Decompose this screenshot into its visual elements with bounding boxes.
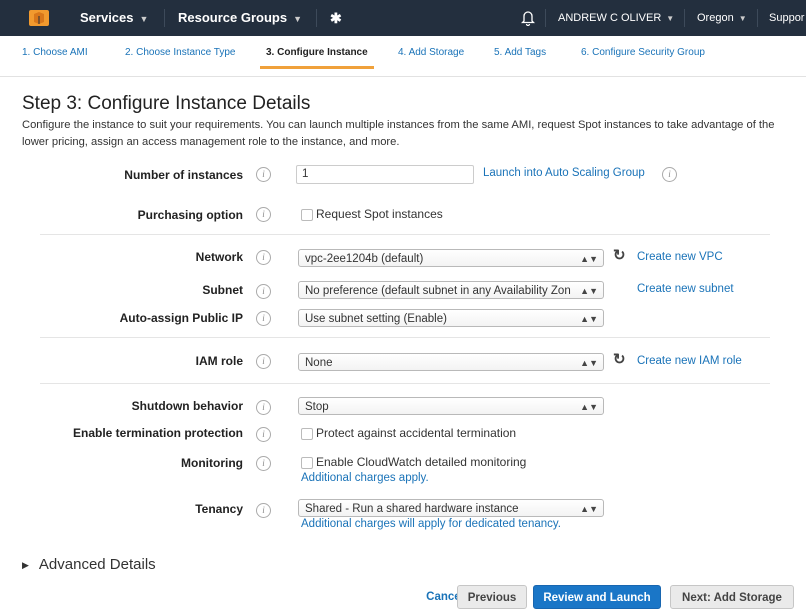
- auto-assign-public-ip-label: Auto-assign Public IP: [119, 311, 243, 325]
- section-divider: [40, 234, 770, 235]
- info-icon[interactable]: i: [256, 311, 271, 326]
- create-new-vpc-link[interactable]: Create new VPC: [637, 251, 723, 263]
- info-icon[interactable]: i: [662, 167, 677, 182]
- tab-configure-instance-label: 3. Configure Instance: [266, 47, 368, 58]
- active-tab-underline: [260, 66, 374, 69]
- support-label: Suppor: [769, 12, 805, 24]
- region-name: Oregon: [697, 12, 734, 24]
- shutdown-behavior-label: Shutdown behavior: [131, 399, 243, 413]
- spot-instances-label: Request Spot instances: [316, 207, 443, 221]
- select-arrows-icon: ▲▼: [580, 504, 598, 514]
- select-arrows-icon: ▲▼: [580, 402, 598, 412]
- section-divider: [40, 337, 770, 338]
- number-of-instances-input[interactable]: 1: [296, 165, 474, 184]
- shutdown-behavior-select-value: Stop: [305, 401, 329, 413]
- shutdown-behavior-select[interactable]: Stop ▲▼: [298, 397, 604, 415]
- page-title: Step 3: Configure Instance Details: [22, 93, 311, 114]
- action-bar: Cancel Previous Review and Launch Next: …: [0, 585, 806, 609]
- advanced-details-label: Advanced Details: [38, 556, 156, 573]
- wizard-tabs: 1. Choose AMI 2. Choose Instance Type 3.…: [0, 36, 806, 77]
- spot-instances-checkbox[interactable]: [301, 209, 313, 221]
- termination-protection-label: Enable termination protection: [72, 426, 243, 440]
- tab-choose-instance-type[interactable]: 2. Choose Instance Type: [125, 46, 235, 60]
- network-select-value: vpc-2ee1204b (default): [305, 253, 424, 265]
- info-icon[interactable]: i: [256, 250, 271, 265]
- termination-protection-text: Protect against accidental termination: [316, 426, 517, 440]
- create-new-iam-role-link[interactable]: Create new IAM role: [637, 355, 742, 367]
- select-arrows-icon: ▲▼: [580, 286, 598, 296]
- chevron-down-icon: ▼: [139, 14, 149, 24]
- section-divider: [40, 383, 770, 384]
- review-and-launch-button[interactable]: Review and Launch: [533, 585, 661, 609]
- info-icon[interactable]: i: [256, 354, 271, 369]
- iam-role-select-value: None: [305, 357, 333, 369]
- tab-configure-security-group[interactable]: 6. Configure Security Group: [581, 46, 705, 60]
- info-icon[interactable]: i: [256, 456, 271, 471]
- tenancy-select[interactable]: Shared - Run a shared hardware instance ▲…: [298, 499, 604, 517]
- monitoring-label: Monitoring: [181, 456, 243, 470]
- chevron-down-icon: ▼: [293, 14, 303, 24]
- info-icon[interactable]: i: [256, 167, 271, 182]
- info-icon[interactable]: i: [256, 427, 271, 442]
- pin-icon[interactable]: ✱: [330, 0, 342, 36]
- bell-icon[interactable]: [521, 10, 535, 26]
- caret-right-icon: ▶: [22, 559, 29, 570]
- select-arrows-icon: ▲▼: [580, 254, 598, 264]
- tenancy-select-value: Shared - Run a shared hardware instance: [305, 503, 519, 515]
- resource-groups-label: Resource Groups: [178, 10, 288, 25]
- termination-protection-checkbox[interactable]: [301, 428, 313, 440]
- iam-role-select[interactable]: None ▲▼: [298, 353, 604, 371]
- chevron-down-icon: ▼: [738, 14, 747, 23]
- previous-button[interactable]: Previous: [457, 585, 527, 609]
- resource-groups-menu[interactable]: Resource Groups ▼: [178, 0, 302, 36]
- dedicated-tenancy-charges-link[interactable]: Additional charges will apply for dedica…: [301, 518, 561, 530]
- info-icon[interactable]: i: [256, 503, 271, 518]
- user-name: ANDREW C OLIVER: [558, 12, 662, 24]
- cloudwatch-monitoring-checkbox[interactable]: [301, 457, 313, 469]
- tab-add-storage[interactable]: 4. Add Storage: [398, 46, 464, 60]
- select-arrows-icon: ▲▼: [580, 358, 598, 368]
- info-icon[interactable]: i: [256, 284, 271, 299]
- advanced-details-toggle[interactable]: ▶ Advanced Details: [22, 556, 156, 573]
- tab-choose-ami[interactable]: 1. Choose AMI: [22, 46, 88, 60]
- top-nav-bar: Services ▼ Resource Groups ▼ ✱ ANDREW C OL…: [0, 0, 806, 36]
- nav-divider: [684, 9, 685, 27]
- info-icon[interactable]: i: [256, 207, 271, 222]
- iam-role-label: IAM role: [195, 354, 243, 368]
- tab-configure-instance[interactable]: 3. Configure Instance: [260, 46, 374, 69]
- purchasing-option-label: Purchasing option: [137, 208, 243, 222]
- refresh-icon[interactable]: ↻: [613, 246, 626, 264]
- create-new-subnet-link[interactable]: Create new subnet: [637, 283, 734, 295]
- services-menu[interactable]: Services ▼: [80, 0, 148, 36]
- user-menu[interactable]: ANDREW C OLIVER ▼: [558, 0, 674, 36]
- cloudwatch-monitoring-text: Enable CloudWatch detailed monitoring: [316, 455, 527, 469]
- tenancy-label: Tenancy: [195, 502, 243, 516]
- select-arrows-icon: ▲▼: [580, 314, 598, 324]
- nav-divider: [545, 9, 546, 27]
- services-label: Services: [80, 10, 134, 25]
- subnet-label: Subnet: [202, 283, 243, 297]
- nav-divider: [316, 9, 317, 27]
- support-menu[interactable]: Suppor: [769, 0, 804, 36]
- refresh-icon[interactable]: ↻: [613, 350, 626, 368]
- next-add-storage-button[interactable]: Next: Add Storage: [670, 585, 794, 609]
- launch-auto-scaling-link[interactable]: Launch into Auto Scaling Group: [483, 167, 645, 179]
- additional-charges-link[interactable]: Additional charges apply.: [301, 472, 429, 484]
- page-description: Configure the instance to suit your requ…: [22, 119, 775, 148]
- aws-cube-logo-icon[interactable]: [28, 8, 50, 28]
- subnet-select[interactable]: No preference (default subnet in any Ava…: [298, 281, 604, 299]
- tab-add-tags[interactable]: 5. Add Tags: [494, 46, 546, 60]
- region-menu[interactable]: Oregon ▼: [697, 0, 747, 36]
- chevron-down-icon: ▼: [666, 14, 675, 23]
- info-icon[interactable]: i: [256, 400, 271, 415]
- public-ip-select-value: Use subnet setting (Enable): [305, 313, 447, 325]
- number-of-instances-label: Number of instances: [124, 168, 243, 182]
- nav-divider: [164, 9, 165, 27]
- subnet-select-value: No preference (default subnet in any Ava…: [305, 285, 571, 297]
- public-ip-select[interactable]: Use subnet setting (Enable) ▲▼: [298, 309, 604, 327]
- network-label: Network: [195, 250, 243, 264]
- network-select[interactable]: vpc-2ee1204b (default) ▲▼: [298, 249, 604, 267]
- nav-divider: [757, 9, 758, 27]
